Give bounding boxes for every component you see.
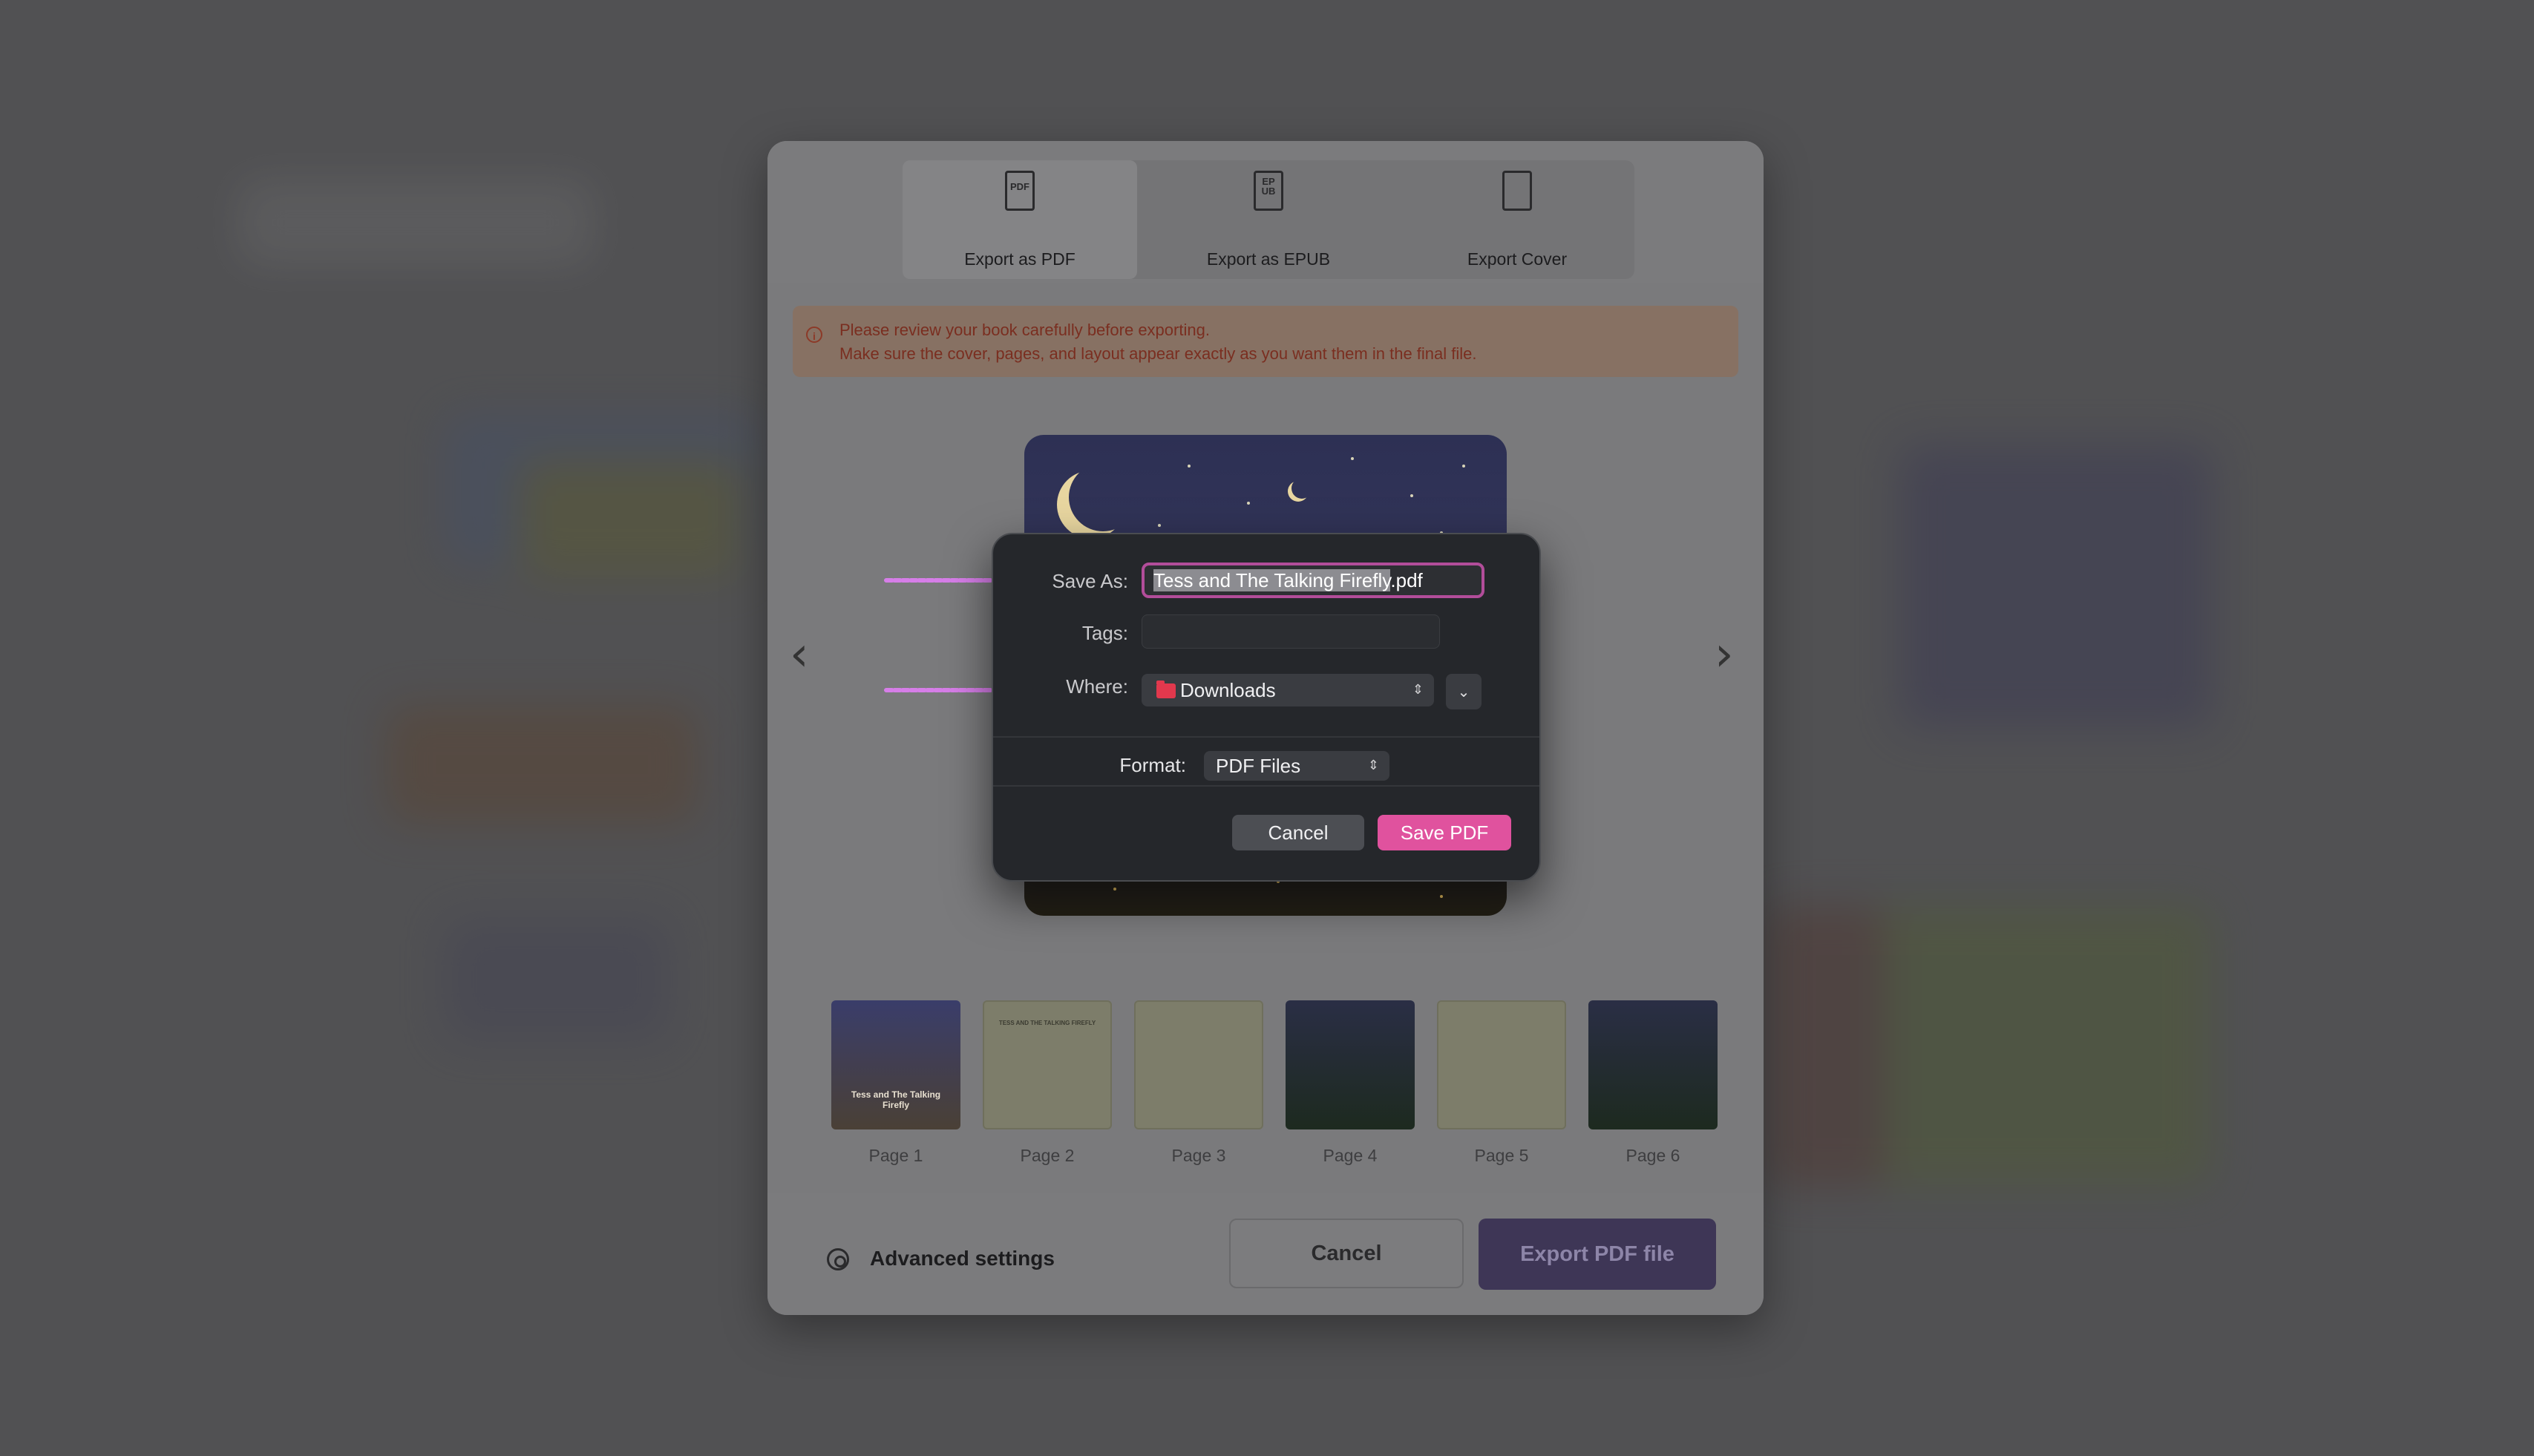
review-alert: i Please review your book carefully befo…	[793, 306, 1738, 377]
thumbnail-page-2[interactable]: TESS AND THE TALKING FIREFLY	[983, 1000, 1112, 1129]
where-value: Downloads	[1180, 679, 1276, 701]
thumbnail-page-4[interactable]	[1286, 1000, 1415, 1129]
format-label: Format:	[1119, 754, 1186, 776]
tab-label: Export Cover	[1467, 249, 1568, 269]
filename-selected-text: Tess and The Talking Firefly	[1153, 569, 1391, 591]
moon-illustration-small	[1291, 478, 1312, 499]
cancel-export-button[interactable]: Cancel	[1229, 1219, 1464, 1288]
tab-export-cover[interactable]: Export Cover	[1400, 160, 1634, 279]
modal-header: PDF Export as PDF EP UB Export as EPUB E…	[767, 141, 1764, 283]
gear-icon[interactable]	[827, 1248, 849, 1270]
tab-export-pdf[interactable]: PDF Export as PDF	[903, 160, 1137, 279]
chevron-down-icon: ⌄	[1457, 683, 1470, 701]
where-label: Where:	[1066, 675, 1128, 698]
save-dialog: Save As: Tess and The Talking Firefly.pd…	[992, 533, 1541, 882]
divider	[993, 785, 1539, 787]
alert-line-1: Please review your book carefully before…	[839, 321, 1210, 339]
epub-file-icon: EP UB	[1254, 171, 1283, 211]
export-tabs: PDF Export as PDF EP UB Export as EPUB E…	[903, 160, 1634, 279]
next-page-icon[interactable]: ›	[1715, 631, 1734, 678]
pdf-file-icon: PDF	[1005, 171, 1035, 211]
thumbnail-label: Page 2	[1020, 1146, 1075, 1165]
thumbnail-page-6[interactable]	[1588, 1000, 1718, 1129]
previous-page-icon[interactable]: ‹	[790, 631, 809, 678]
chevron-updown-icon: ⇕	[1412, 682, 1424, 698]
format-value: PDF Files	[1216, 755, 1301, 777]
moon-illustration	[1069, 463, 1137, 531]
thumbnail-label: Page 4	[1323, 1146, 1378, 1165]
alert-line-2: Make sure the cover, pages, and layout a…	[839, 344, 1477, 363]
export-pdf-button[interactable]: Export PDF file	[1479, 1219, 1716, 1290]
tags-label: Tags:	[1081, 622, 1128, 644]
divider	[993, 736, 1539, 738]
expand-dialog-button[interactable]: ⌄	[1446, 674, 1482, 709]
where-select[interactable]: Downloads ⇕	[1142, 674, 1434, 706]
tab-label: Export as PDF	[964, 249, 1076, 269]
filename-extension: .pdf	[1390, 569, 1423, 591]
save-pdf-button[interactable]: Save PDF	[1378, 815, 1511, 850]
filename-field[interactable]: Tess and The Talking Firefly.pdf	[1142, 563, 1484, 598]
modal-footer: Advanced settings Cancel Export PDF file	[767, 1193, 1764, 1315]
folder-icon	[1156, 681, 1176, 698]
thumbnail-page-5[interactable]	[1437, 1000, 1566, 1129]
thumbnail-label: Page 1	[868, 1146, 923, 1165]
tab-label: Export as EPUB	[1206, 249, 1331, 269]
format-select[interactable]: PDF Files ⇕	[1204, 751, 1389, 781]
tab-export-epub[interactable]: EP UB Export as EPUB	[1151, 160, 1386, 279]
save-as-label: Save As:	[1052, 570, 1128, 592]
thumbnail-title: TESS AND THE TALKING FIREFLY	[998, 1020, 1096, 1026]
tags-field[interactable]	[1142, 614, 1440, 649]
thumbnail-page-3[interactable]	[1134, 1000, 1263, 1129]
thumbnail-label: Page 3	[1171, 1146, 1226, 1165]
thumbnail-label: Page 5	[1474, 1146, 1529, 1165]
thumbnail-page-1[interactable]: Tess and The Talking Firefly	[831, 1000, 960, 1129]
advanced-settings-button[interactable]: Advanced settings	[870, 1247, 1055, 1270]
thumbnail-label: Page 6	[1626, 1146, 1680, 1165]
chevron-updown-icon: ⇕	[1367, 758, 1379, 773]
info-icon: i	[806, 327, 822, 343]
cover-file-icon	[1502, 171, 1532, 211]
cancel-button[interactable]: Cancel	[1232, 815, 1364, 850]
thumbnail-title: Tess and The Talking Firefly	[851, 1089, 941, 1110]
